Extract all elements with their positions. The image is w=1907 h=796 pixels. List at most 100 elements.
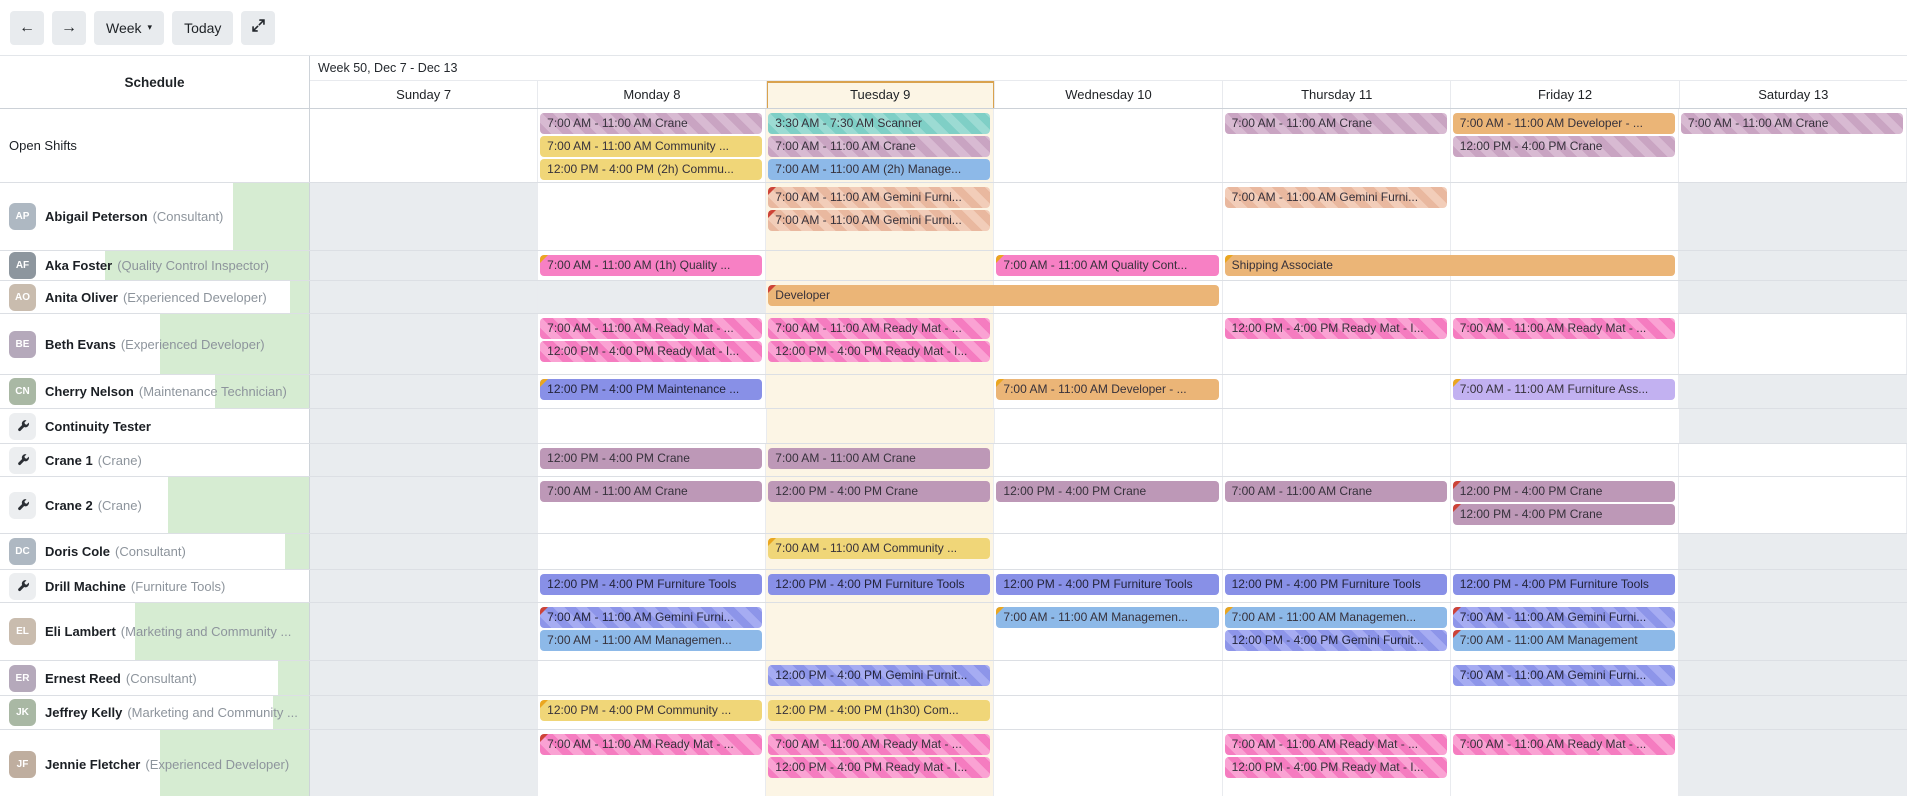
day-cell[interactable] [1679, 444, 1907, 476]
resource-cell[interactable]: AO Anita Oliver (Experienced Developer) [0, 281, 310, 313]
day-cell[interactable] [310, 661, 538, 695]
day-cell[interactable] [1679, 570, 1907, 602]
shift-bar[interactable]: 7:00 AM - 11:00 AM Managemen... [996, 607, 1218, 628]
day-cell[interactable] [1451, 409, 1679, 443]
day-cell[interactable] [310, 570, 538, 602]
resource-cell[interactable]: Drill Machine (Furniture Tools) [0, 570, 310, 602]
shift-bar[interactable]: Shipping Associate [1225, 255, 1675, 276]
day-cell[interactable] [310, 603, 538, 660]
shift-bar[interactable]: 12:00 PM - 4:00 PM (1h30) Com... [768, 700, 990, 721]
day-cell[interactable] [538, 409, 766, 443]
day-cell[interactable] [994, 730, 1222, 796]
shift-bar[interactable]: 12:00 PM - 4:00 PM Ready Mat - I... [768, 341, 990, 362]
day-cell[interactable] [1451, 444, 1679, 476]
day-header[interactable]: Wednesday 10 [995, 81, 1223, 108]
day-cell[interactable] [1679, 696, 1907, 729]
day-cell[interactable] [310, 251, 538, 280]
day-cell[interactable] [994, 444, 1222, 476]
day-cell[interactable] [994, 696, 1222, 729]
shift-bar[interactable]: Developer [768, 285, 1218, 306]
shift-bar[interactable]: 12:00 PM - 4:00 PM Maintenance ... [540, 379, 762, 400]
day-cell[interactable] [995, 409, 1223, 443]
day-cell[interactable] [310, 444, 538, 476]
resource-cell[interactable]: EL Eli Lambert (Marketing and Community … [0, 603, 310, 660]
resource-cell[interactable]: Continuity Tester [0, 409, 310, 443]
shift-bar[interactable]: 12:00 PM - 4:00 PM Ready Mat - I... [1225, 757, 1447, 778]
day-cell[interactable] [310, 109, 538, 182]
day-cell[interactable] [1223, 696, 1451, 729]
day-cell[interactable] [1680, 409, 1907, 443]
shift-bar[interactable]: 7:00 AM - 11:00 AM Ready Mat - ... [768, 734, 990, 755]
day-header[interactable]: Thursday 11 [1223, 81, 1451, 108]
shift-bar[interactable]: 7:00 AM - 11:00 AM Ready Mat - ... [1453, 734, 1675, 755]
prev-week-button[interactable]: ← [10, 11, 44, 45]
shift-bar[interactable]: 12:00 PM - 4:00 PM Furniture Tools [540, 574, 762, 595]
shift-bar[interactable]: 12:00 PM - 4:00 PM Crane [996, 481, 1218, 502]
day-cell[interactable] [1679, 281, 1907, 313]
day-header[interactable]: Friday 12 [1451, 81, 1679, 108]
shift-bar[interactable]: 7:00 AM - 11:00 AM Ready Mat - ... [540, 318, 762, 339]
shift-bar[interactable]: 12:00 PM - 4:00 PM Ready Mat - I... [768, 757, 990, 778]
resource-cell[interactable]: JF Jennie Fletcher (Experienced Develope… [0, 730, 310, 796]
resource-cell[interactable]: DC Doris Cole (Consultant) [0, 534, 310, 569]
shift-bar[interactable]: 12:00 PM - 4:00 PM Ready Mat - I... [540, 341, 762, 362]
shift-bar[interactable]: 7:00 AM - 11:00 AM Crane [1225, 481, 1447, 502]
day-cell[interactable] [1451, 281, 1679, 313]
day-cell[interactable] [1679, 183, 1907, 250]
day-cell[interactable] [1223, 444, 1451, 476]
shift-bar[interactable]: 12:00 PM - 4:00 PM Crane [540, 448, 762, 469]
day-header[interactable]: Saturday 13 [1680, 81, 1907, 108]
day-cell[interactable] [1679, 661, 1907, 695]
shift-bar[interactable]: 7:00 AM - 11:00 AM Management [1453, 630, 1675, 651]
shift-bar[interactable]: 7:00 AM - 11:00 AM (2h) Manage... [768, 159, 990, 180]
day-header[interactable]: Tuesday 9 [767, 81, 995, 108]
shift-bar[interactable]: 7:00 AM - 11:00 AM Gemini Furni... [1453, 665, 1675, 686]
day-cell[interactable] [310, 183, 538, 250]
day-cell[interactable] [994, 534, 1222, 569]
next-week-button[interactable]: → [52, 11, 86, 45]
shift-bar[interactable]: 7:00 AM - 11:00 AM Gemini Furni... [1453, 607, 1675, 628]
day-cell[interactable] [310, 696, 538, 729]
day-cell[interactable] [310, 730, 538, 796]
shift-bar[interactable]: 7:00 AM - 11:00 AM Quality Cont... [996, 255, 1218, 276]
shift-bar[interactable]: 7:00 AM - 11:00 AM Ready Mat - ... [1225, 734, 1447, 755]
shift-bar[interactable]: 7:00 AM - 11:00 AM Gemini Furni... [768, 210, 990, 231]
shift-bar[interactable]: 7:00 AM - 11:00 AM Managemen... [1225, 607, 1447, 628]
day-cell[interactable] [766, 603, 994, 660]
day-cell[interactable] [310, 281, 538, 313]
day-cell[interactable] [1679, 375, 1907, 408]
day-cell[interactable] [767, 409, 995, 443]
today-button[interactable]: Today [172, 11, 233, 45]
day-cell[interactable] [1679, 251, 1907, 280]
shift-bar[interactable]: 3:30 AM - 7:30 AM Scanner [768, 113, 990, 134]
shift-bar[interactable]: 12:00 PM - 4:00 PM Gemini Furnit... [1225, 630, 1447, 651]
shift-bar[interactable]: 12:00 PM - 4:00 PM Crane [1453, 481, 1675, 502]
day-cell[interactable] [1223, 281, 1451, 313]
shift-bar[interactable]: 12:00 PM - 4:00 PM Furniture Tools [768, 574, 990, 595]
shift-bar[interactable]: 12:00 PM - 4:00 PM Furniture Tools [1225, 574, 1447, 595]
expand-button[interactable] [241, 11, 275, 45]
resource-cell[interactable]: ER Ernest Reed (Consultant) [0, 661, 310, 695]
day-cell[interactable] [538, 183, 766, 250]
day-cell[interactable] [1223, 661, 1451, 695]
shift-bar[interactable]: 7:00 AM - 11:00 AM Ready Mat - ... [1453, 318, 1675, 339]
day-cell[interactable] [994, 661, 1222, 695]
shift-bar[interactable]: 12:00 PM - 4:00 PM Community ... [540, 700, 762, 721]
day-header[interactable]: Sunday 7 [310, 81, 538, 108]
shift-bar[interactable]: 7:00 AM - 11:00 AM Managemen... [540, 630, 762, 651]
day-cell[interactable] [766, 375, 994, 408]
day-cell[interactable] [1679, 603, 1907, 660]
resource-cell[interactable]: CN Cherry Nelson (Maintenance Technician… [0, 375, 310, 408]
shift-bar[interactable]: 7:00 AM - 11:00 AM Ready Mat - ... [540, 734, 762, 755]
day-cell[interactable] [766, 251, 994, 280]
day-cell[interactable] [994, 109, 1222, 182]
resource-cell[interactable]: BE Beth Evans (Experienced Developer) [0, 314, 310, 374]
resource-cell[interactable]: JK Jeffrey Kelly (Marketing and Communit… [0, 696, 310, 729]
day-cell[interactable] [1451, 534, 1679, 569]
day-cell[interactable] [1679, 314, 1907, 374]
shift-bar[interactable]: 7:00 AM - 11:00 AM (1h) Quality ... [540, 255, 762, 276]
shift-bar[interactable]: 7:00 AM - 11:00 AM Ready Mat - ... [768, 318, 990, 339]
resource-cell[interactable]: Crane 1 (Crane) [0, 444, 310, 476]
shift-bar[interactable]: 7:00 AM - 11:00 AM Developer - ... [996, 379, 1218, 400]
resource-cell[interactable]: AF Aka Foster (Quality Control Inspector… [0, 251, 310, 280]
